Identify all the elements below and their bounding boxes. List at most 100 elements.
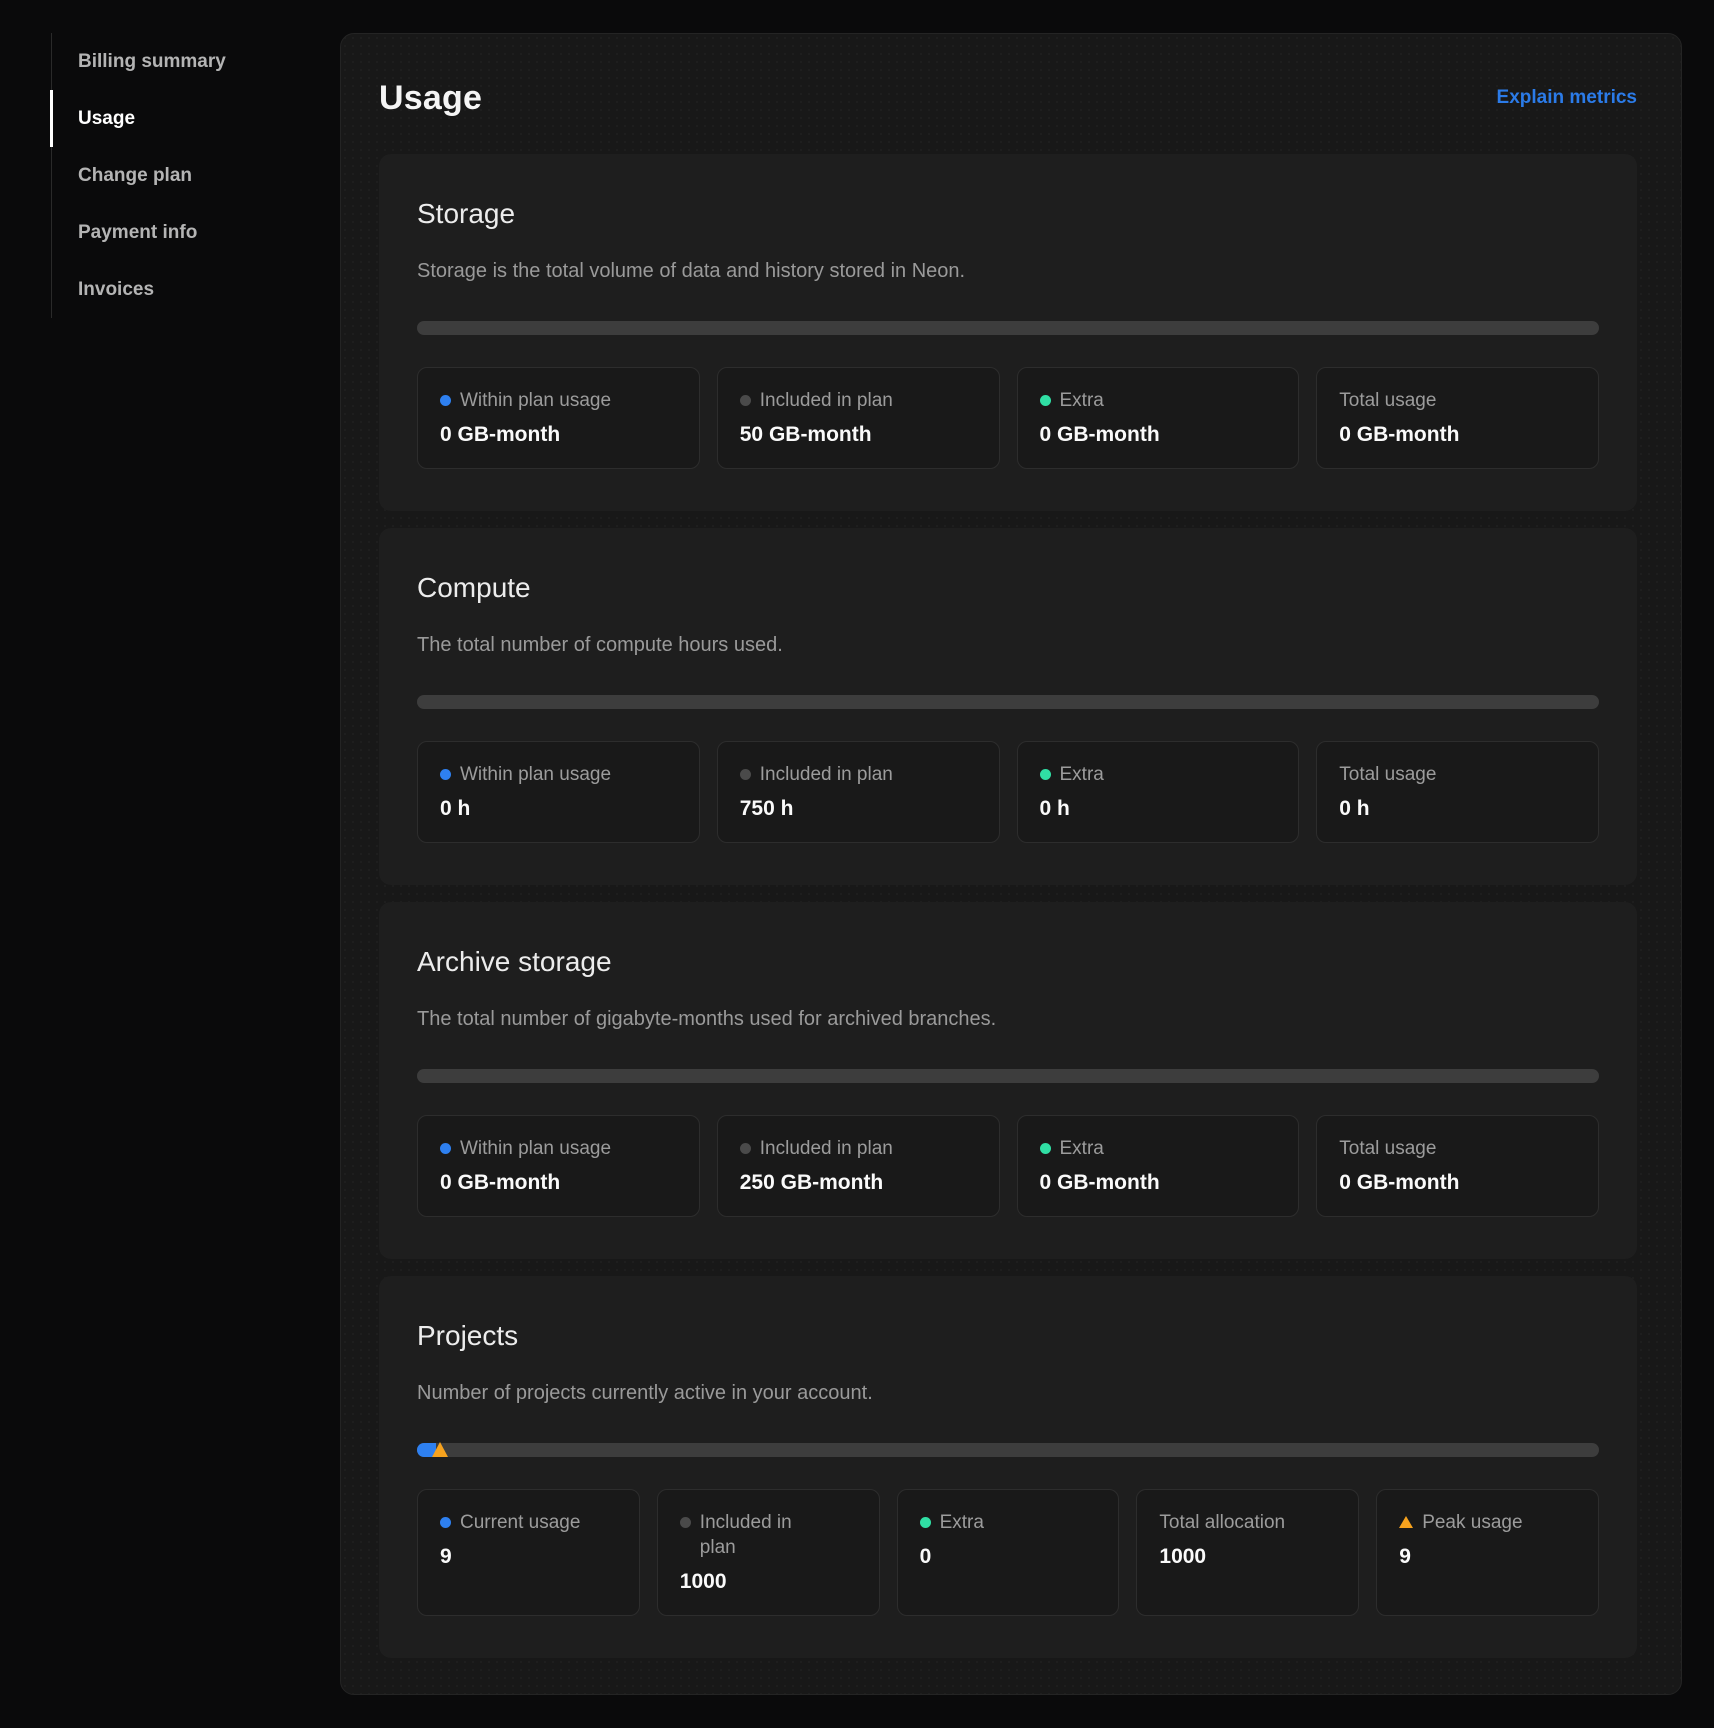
stat-value: 1000 [1159, 1544, 1336, 1570]
stat-label: Within plan usage [440, 1136, 677, 1161]
stat-label-text: Included in plan [760, 1136, 893, 1161]
stat-value: 0 GB-month [1339, 1170, 1576, 1196]
sidebar-item-label: Payment info [78, 222, 197, 243]
stat-archive-storage-total-usage: Total usage 0 GB-month [1316, 1115, 1599, 1217]
stat-label: Included in plan [740, 388, 977, 413]
sidebar-item-billing-summary[interactable]: Billing summary [52, 33, 311, 90]
usage-progress-bar [417, 695, 1599, 709]
stat-compute-extra: Extra 0 h [1017, 741, 1300, 843]
legend-dot-icon [440, 395, 451, 406]
stat-label-text: Extra [1060, 1136, 1104, 1161]
card-title: Compute [417, 570, 1599, 606]
stat-compute-included-in-plan: Included in plan 750 h [717, 741, 1000, 843]
stat-storage-within-plan-usage: Within plan usage 0 GB-month [417, 367, 700, 469]
card-title: Archive storage [417, 944, 1599, 980]
stat-value: 0 [920, 1544, 1097, 1570]
usage-progress-bar [417, 321, 1599, 335]
stat-value: 9 [1399, 1544, 1576, 1570]
stat-label: Within plan usage [440, 762, 677, 787]
sidebar-item-usage[interactable]: Usage [52, 90, 311, 147]
legend-dot-icon [440, 769, 451, 780]
stat-label-text: Included in plan [700, 1510, 792, 1560]
legend-dot-icon [440, 1517, 451, 1528]
stat-compute-total-usage: Total usage 0 h [1316, 741, 1599, 843]
card-archive-storage: Archive storage The total number of giga… [379, 902, 1637, 1259]
stat-label-text: Total usage [1339, 388, 1436, 413]
stat-value: 0 GB-month [1040, 1170, 1277, 1196]
card-description: Number of projects currently active in y… [417, 1380, 1599, 1407]
stat-compute-within-plan-usage: Within plan usage 0 h [417, 741, 700, 843]
stat-projects-included-in-plan: Included in plan 1000 [657, 1489, 880, 1616]
stats-row: Within plan usage 0 GB-month Included in… [417, 1115, 1599, 1217]
stat-label-text: Total usage [1339, 762, 1436, 787]
legend-dot-icon [920, 1517, 931, 1528]
stat-label: Included in plan [740, 762, 977, 787]
stat-label: Total allocation [1159, 1510, 1336, 1535]
stat-value: 0 h [1040, 796, 1277, 822]
stat-storage-extra: Extra 0 GB-month [1017, 367, 1300, 469]
stats-row: Current usage 9 Included in plan 1000 Ex… [417, 1489, 1599, 1616]
legend-dot-icon [680, 1517, 691, 1528]
stat-value: 0 GB-month [1339, 422, 1576, 448]
sidebar-item-invoices[interactable]: Invoices [52, 261, 311, 318]
stat-value: 50 GB-month [740, 422, 977, 448]
stat-label: Total usage [1339, 388, 1576, 413]
usage-progress-bar [417, 1069, 1599, 1083]
legend-dot-icon [1040, 1143, 1051, 1154]
stat-label: Total usage [1339, 1136, 1576, 1161]
stat-label: Peak usage [1399, 1510, 1576, 1535]
legend-dot-icon [740, 769, 751, 780]
stat-storage-total-usage: Total usage 0 GB-month [1316, 367, 1599, 469]
stat-label-text: Total allocation [1159, 1510, 1285, 1535]
sidebar-item-label: Billing summary [78, 51, 226, 72]
card-description: The total number of gigabyte-months used… [417, 1006, 1599, 1033]
stat-value: 1000 [680, 1569, 857, 1595]
usage-progress-bar [417, 1443, 1599, 1457]
legend-dot-icon [740, 1143, 751, 1154]
peak-usage-marker-icon [432, 1442, 448, 1457]
explain-metrics-link[interactable]: Explain metrics [1497, 87, 1637, 109]
stat-label: Within plan usage [440, 388, 677, 413]
legend-dot-icon [440, 1143, 451, 1154]
page-title: Usage [379, 76, 482, 120]
usage-panel: Usage Explain metrics Storage Storage is… [340, 33, 1682, 1695]
stat-label: Extra [1040, 762, 1277, 787]
sidebar-nav: Billing summary Usage Change plan Paymen… [51, 33, 311, 318]
sidebar-item-label: Usage [78, 108, 135, 129]
legend-dot-icon [740, 395, 751, 406]
stat-value: 0 h [1339, 796, 1576, 822]
stat-label-text: Extra [940, 1510, 984, 1535]
stat-label: Extra [920, 1510, 1097, 1535]
card-storage: Storage Storage is the total volume of d… [379, 154, 1637, 511]
stat-value: 750 h [740, 796, 977, 822]
stat-value: 0 GB-month [1040, 422, 1277, 448]
stat-projects-total-allocation: Total allocation 1000 [1136, 1489, 1359, 1616]
sidebar-item-change-plan[interactable]: Change plan [52, 147, 311, 204]
stat-storage-included-in-plan: Included in plan 50 GB-month [717, 367, 1000, 469]
card-projects: Projects Number of projects currently ac… [379, 1276, 1637, 1658]
card-description: Storage is the total volume of data and … [417, 258, 1599, 285]
stat-label-text: Current usage [460, 1510, 580, 1535]
stat-label-text: Extra [1060, 388, 1104, 413]
stat-label-text: Peak usage [1422, 1510, 1522, 1535]
stat-label: Extra [1040, 388, 1277, 413]
card-compute: Compute The total number of compute hour… [379, 528, 1637, 885]
stat-label: Included in plan [740, 1136, 977, 1161]
stats-row: Within plan usage 0 h Included in plan 7… [417, 741, 1599, 843]
stat-value: 0 GB-month [440, 422, 677, 448]
stat-label-text: Within plan usage [460, 1136, 611, 1161]
stat-value: 0 GB-month [440, 1170, 677, 1196]
stat-archive-storage-extra: Extra 0 GB-month [1017, 1115, 1300, 1217]
peak-triangle-icon [1399, 1516, 1413, 1528]
stat-label: Included in plan [680, 1510, 857, 1560]
sidebar-item-label: Invoices [78, 279, 154, 300]
stat-label-text: Within plan usage [460, 388, 611, 413]
stat-value: 0 h [440, 796, 677, 822]
stat-projects-peak-usage: Peak usage 9 [1376, 1489, 1599, 1616]
stat-label: Extra [1040, 1136, 1277, 1161]
sidebar-item-payment-info[interactable]: Payment info [52, 204, 311, 261]
card-title: Storage [417, 196, 1599, 232]
stat-label-text: Total usage [1339, 1136, 1436, 1161]
card-description: The total number of compute hours used. [417, 632, 1599, 659]
stat-label-text: Extra [1060, 762, 1104, 787]
